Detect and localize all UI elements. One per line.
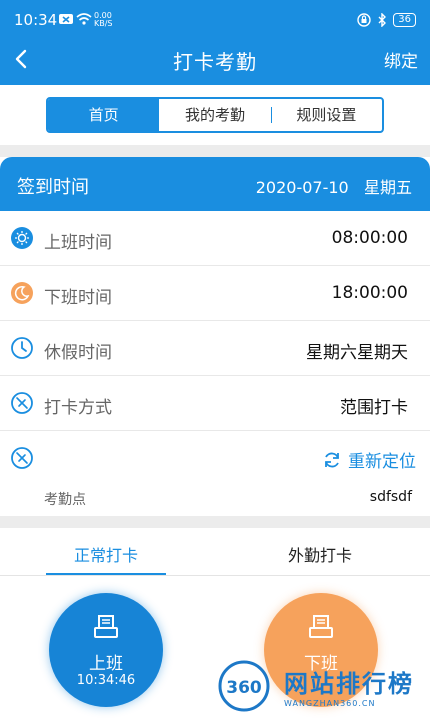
attendance-point-value: sdfsdf	[369, 489, 412, 505]
section-divider	[0, 145, 430, 157]
segment-my-attendance[interactable]: 我的考勤	[159, 99, 270, 131]
relocate-label: 重新定位	[348, 452, 416, 472]
location-compass-icon	[11, 447, 33, 469]
lock-rotation-icon	[357, 13, 371, 27]
top-bar: 10:34 0.00 KB/S 36 打卡考勤 绑定	[0, 0, 430, 85]
punch-card-icon	[94, 615, 118, 638]
punch-tabs: 正常打卡 外勤打卡	[0, 528, 430, 576]
relocate-button[interactable]: 重新定位	[322, 447, 416, 472]
watermark-logo: 360	[218, 660, 270, 712]
holiday-label: 休假时间	[44, 343, 112, 363]
end-time-label: 下班时间	[44, 288, 112, 308]
battery-indicator: 36	[393, 13, 416, 27]
holiday-value: 星期六星期天	[306, 343, 408, 363]
status-time: 10:34	[14, 11, 58, 29]
punch-card-icon	[309, 615, 333, 638]
notification-icon	[59, 14, 73, 24]
start-time-row: 上班时间 08:00:00	[0, 211, 430, 266]
bluetooth-icon	[378, 13, 387, 27]
clock-in-button[interactable]: 上班 10:34:46	[49, 593, 163, 707]
start-time-label: 上班时间	[44, 233, 112, 253]
sign-time-header: 签到时间 2020-07-10 星期五	[0, 157, 430, 211]
status-bar: 10:34 0.00 KB/S 36	[0, 0, 430, 40]
holiday-row: 休假时间 星期六星期天	[0, 321, 430, 376]
segmented-control: 首页 我的考勤 规则设置	[46, 97, 384, 133]
watermark: 360 网站排行榜 WANGZHAN360.CN	[218, 652, 430, 721]
tab-normal-punch[interactable]: 正常打卡	[74, 542, 138, 566]
section-divider	[0, 516, 430, 528]
sign-date: 2020-07-10 星期五	[255, 178, 412, 197]
punch-method-label: 打卡方式	[44, 398, 112, 418]
sign-time-label: 签到时间	[17, 177, 89, 198]
nav-bar: 打卡考勤 绑定	[0, 40, 430, 85]
compass-icon	[11, 392, 33, 414]
end-time-row: 下班时间 18:00:00	[0, 266, 430, 321]
bind-button[interactable]: 绑定	[384, 47, 418, 72]
wifi-icon	[76, 13, 92, 25]
end-time-value: 18:00:00	[331, 283, 408, 303]
attendance-point-label: 考勤点	[44, 492, 86, 508]
clock-in-time: 10:34:46	[76, 673, 136, 688]
segment-rule-settings[interactable]: 规则设置	[270, 99, 382, 131]
active-tab-indicator	[46, 573, 166, 575]
punch-method-row: 打卡方式 范围打卡	[0, 376, 430, 431]
page-title: 打卡考勤	[173, 50, 257, 74]
segment-bar: 首页 我的考勤 规则设置	[0, 85, 430, 145]
clock-icon	[11, 337, 33, 359]
punch-method-value: 范围打卡	[340, 398, 408, 418]
sun-icon	[11, 227, 33, 249]
watermark-brand: 网站排行榜	[284, 670, 414, 698]
status-right-icons: 36	[357, 13, 416, 27]
start-time-value: 08:00:00	[331, 228, 408, 248]
tab-field-punch[interactable]: 外勤打卡	[288, 542, 352, 566]
watermark-sub: WANGZHAN360.CN	[284, 699, 376, 708]
clock-in-label: 上班	[89, 654, 123, 674]
net-speed: 0.00 KB/S	[94, 11, 113, 28]
segment-home[interactable]: 首页	[48, 99, 160, 131]
refresh-icon	[325, 452, 339, 467]
moon-icon	[11, 282, 33, 304]
svg-text:360: 360	[226, 678, 262, 698]
